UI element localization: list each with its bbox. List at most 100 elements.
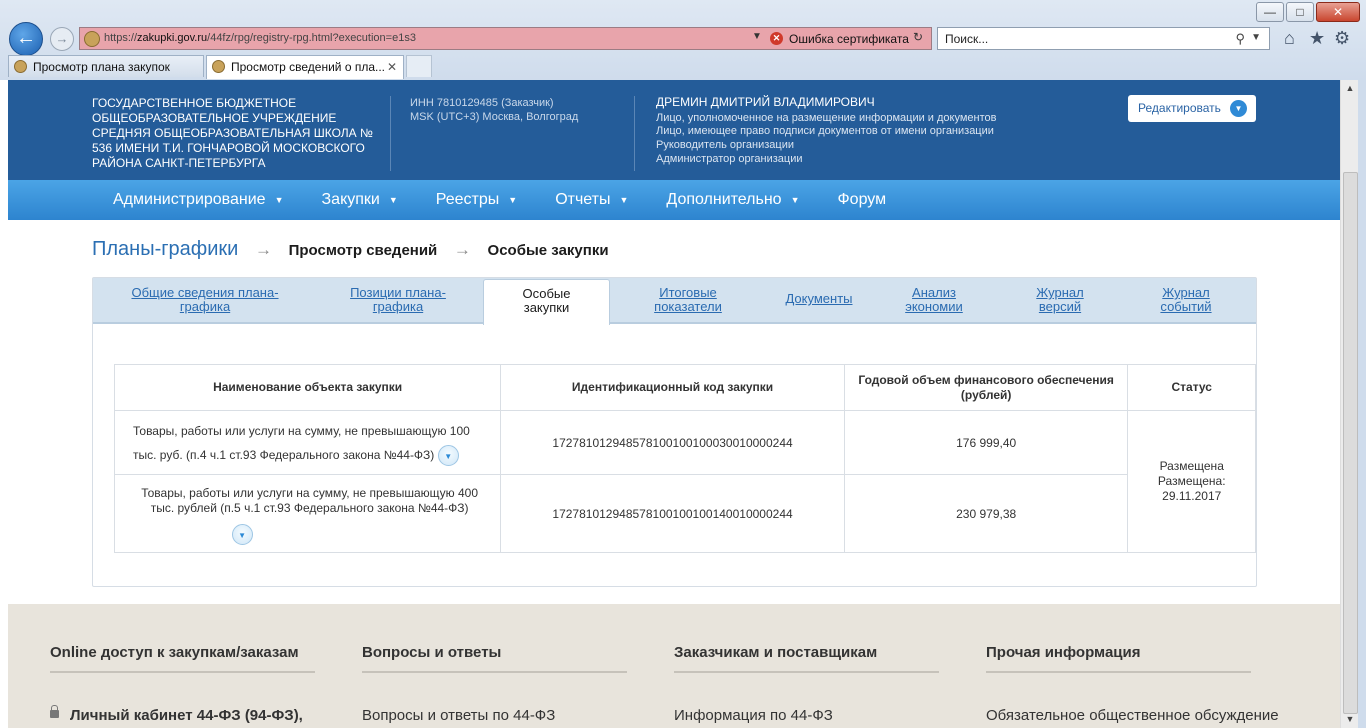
page-viewport: ГОСУДАРСТВЕННОЕ БЮДЖЕТНОЕ ОБЩЕОБРАЗОВАТЕ… [8,80,1340,728]
menu-item-reports[interactable]: Отчеты ▼ [555,180,628,220]
expand-chevron-icon[interactable]: ▼ [437,444,459,466]
forward-button[interactable]: → [50,27,74,51]
site-footer: Online доступ к закупкам/заказам Личный … [8,604,1340,728]
purchase-amount: 176 999,40 [843,410,1129,475]
vertical-scrollbar[interactable]: ▲ ▼ [1340,80,1359,728]
expand-chevron-icon[interactable]: ▼ [231,524,253,545]
menu-label: Форум [837,191,887,208]
arrow-right-icon: → [254,240,272,259]
search-dropdown-icon[interactable]: ▼ [1251,32,1261,43]
lock-icon [50,705,59,719]
search-input[interactable]: Поиск... [945,32,988,46]
purchase-code: 172781012948578100100100140010000244 [500,474,845,553]
details-panel: Общие сведения плана-графика Позиции пла… [92,277,1257,587]
user-role: Администратор организации [656,152,803,165]
org-header: ГОСУДАРСТВЕННОЕ БЮДЖЕТНОЕ ОБЩЕОБРАЗОВАТЕ… [8,80,1340,180]
site-favicon-icon [14,60,27,73]
maximize-button[interactable]: □ [1286,2,1314,22]
menu-label: Отчеты [555,191,611,209]
menu-item-purchases[interactable]: Закупки ▼ [322,180,398,220]
tab-general-info[interactable]: Общие сведения плана-графика [105,278,305,322]
scroll-up-arrow-icon[interactable]: ▲ [1341,80,1359,97]
menu-item-registries[interactable]: Реестры ▼ [436,180,517,220]
footer-link[interactable]: Вопросы и ответы по 44-ФЗ [362,707,627,724]
search-icon[interactable]: ⚲ [1235,31,1245,47]
tab-savings-analysis[interactable]: Анализ экономии [889,278,979,322]
menu-item-forum[interactable]: Форум [838,180,887,220]
minimize-button[interactable]: — [1256,2,1284,22]
tab-label: закупки [523,300,570,315]
main-menu: Администрирование ▼ Закупки ▼ Реестры ▼ Отч… [8,180,1340,220]
tab-plan-positions[interactable]: Позиции плана-графика [325,278,471,322]
tab-events-journal[interactable]: Журнал событий [1143,278,1229,322]
tab-label: версий [1038,299,1082,314]
purchase-amount: 230 979,38 [843,474,1129,553]
url-text[interactable]: https://zakupki.gov.ru/44fz/rpg/registry… [104,32,416,44]
tab-label: графика [372,299,424,314]
user-role: Руководитель организации [656,139,795,152]
purchase-name: Товары, работы или услуги на сумму, не п… [141,486,479,515]
organization-name: ГОСУДАРСТВЕННОЕ БЮДЖЕТНОЕ ОБЩЕОБРАЗОВАТЕ… [92,96,373,170]
organization-info: ИНН 7810129485 (Заказчик) MSK (UTC+3) Мо… [410,96,578,124]
cert-error-icon[interactable]: ✕ [770,32,783,45]
site-favicon-icon [84,31,100,47]
url-domain: zakupki.gov.ru [137,32,208,44]
breadcrumb-root-link[interactable]: Планы-графики [92,238,238,260]
gear-icon[interactable]: ⚙ [1334,28,1350,48]
tab-versions-journal[interactable]: Журнал версий [1017,278,1103,322]
timezone-label: MSK (UTC+3) Москва, Волгоград [410,111,579,123]
footer-heading: Online доступ к закупкам/заказам [50,644,315,673]
tab-special-purchases[interactable]: Особые закупки [483,279,610,325]
refresh-icon[interactable]: ↻ [913,30,923,44]
tab-plan-view[interactable]: Просмотр плана закупок [8,55,204,77]
favorites-star-icon[interactable]: ★ [1309,28,1325,48]
footer-link[interactable]: Информация по 44-ФЗ [674,707,939,724]
footer-column: Online доступ к закупкам/заказам Личный … [50,644,315,724]
footer-link[interactable]: Личный кабинет 44-ФЗ (94-ФЗ), [50,705,315,724]
footer-link[interactable]: Обязательное общественное обсуждение [986,707,1279,724]
arrow-right-icon: → [453,240,471,259]
purchase-name: Товары, работы или услуги на сумму, не п… [133,423,470,462]
status-date: 29.11.2017 [1162,489,1222,503]
window-controls: — □ ✕ [1256,2,1360,22]
chevron-down-icon: ▼ [1230,100,1247,117]
tab-totals[interactable]: Итоговые показатели [633,278,743,322]
close-window-button[interactable]: ✕ [1316,2,1360,22]
tab-label: Документы [785,291,853,306]
arrow-right-icon: → [55,31,69,46]
caret-down-icon: ▼ [274,195,284,205]
footer-column: Вопросы и ответы Вопросы и ответы по 44-… [362,644,627,724]
footer-heading: Прочая информация [986,644,1251,673]
user-role: Лицо, уполномоченное на размещение инфор… [656,111,997,124]
tab-label: Итоговые [659,285,717,300]
user-info: ДРЕМИН ДМИТРИЙ ВЛАДИМИРОВИЧ Лицо, уполно… [656,95,997,167]
search-box[interactable]: Поиск... ⚲ ▼ [937,27,1270,50]
caret-down-icon: ▼ [619,195,629,205]
certificate-error-label[interactable]: Ошибка сертификата [789,32,909,46]
url-dropdown-icon[interactable]: ▼ [752,31,762,42]
tab-label: Анализ [912,285,956,300]
scrollbar-thumb[interactable] [1343,172,1358,714]
tab-label: Журнал [1162,285,1210,300]
menu-item-additional[interactable]: Дополнительно ▼ [666,180,799,220]
new-tab-button[interactable] [406,55,432,77]
back-button[interactable]: ← [9,22,43,56]
tab-close-icon[interactable]: ✕ [387,56,397,78]
user-role: Лицо, имеющее право подписи документов о… [656,125,994,138]
column-header-name: Наименование объекта закупки [113,364,502,411]
url-path: /44fz/rpg/registry-rpg.html?execution=e1… [207,32,416,44]
address-bar[interactable]: https://zakupki.gov.ru/44fz/rpg/registry… [79,27,932,50]
panel-tab-bar: Общие сведения плана-графика Позиции пла… [93,278,1256,325]
breadcrumb: Планы-графики → Просмотр сведений → Особ… [92,238,609,261]
purchase-name-cell: Товары, работы или услуги на сумму, не п… [113,474,502,553]
caret-down-icon: ▼ [790,195,800,205]
divider [390,96,391,171]
tab-documents[interactable]: Документы [769,278,869,322]
purchase-name-cell: Товары, работы или услуги на сумму, не п… [113,410,502,475]
tab-details-view[interactable]: Просмотр сведений о пла... ✕ [206,55,404,79]
menu-item-administration[interactable]: Администрирование ▼ [113,180,284,220]
home-icon[interactable]: ⌂ [1284,28,1295,48]
edit-button[interactable]: Редактировать ▼ [1128,95,1256,122]
tab-label: Журнал [1036,285,1084,300]
scroll-down-arrow-icon[interactable]: ▼ [1341,711,1359,728]
